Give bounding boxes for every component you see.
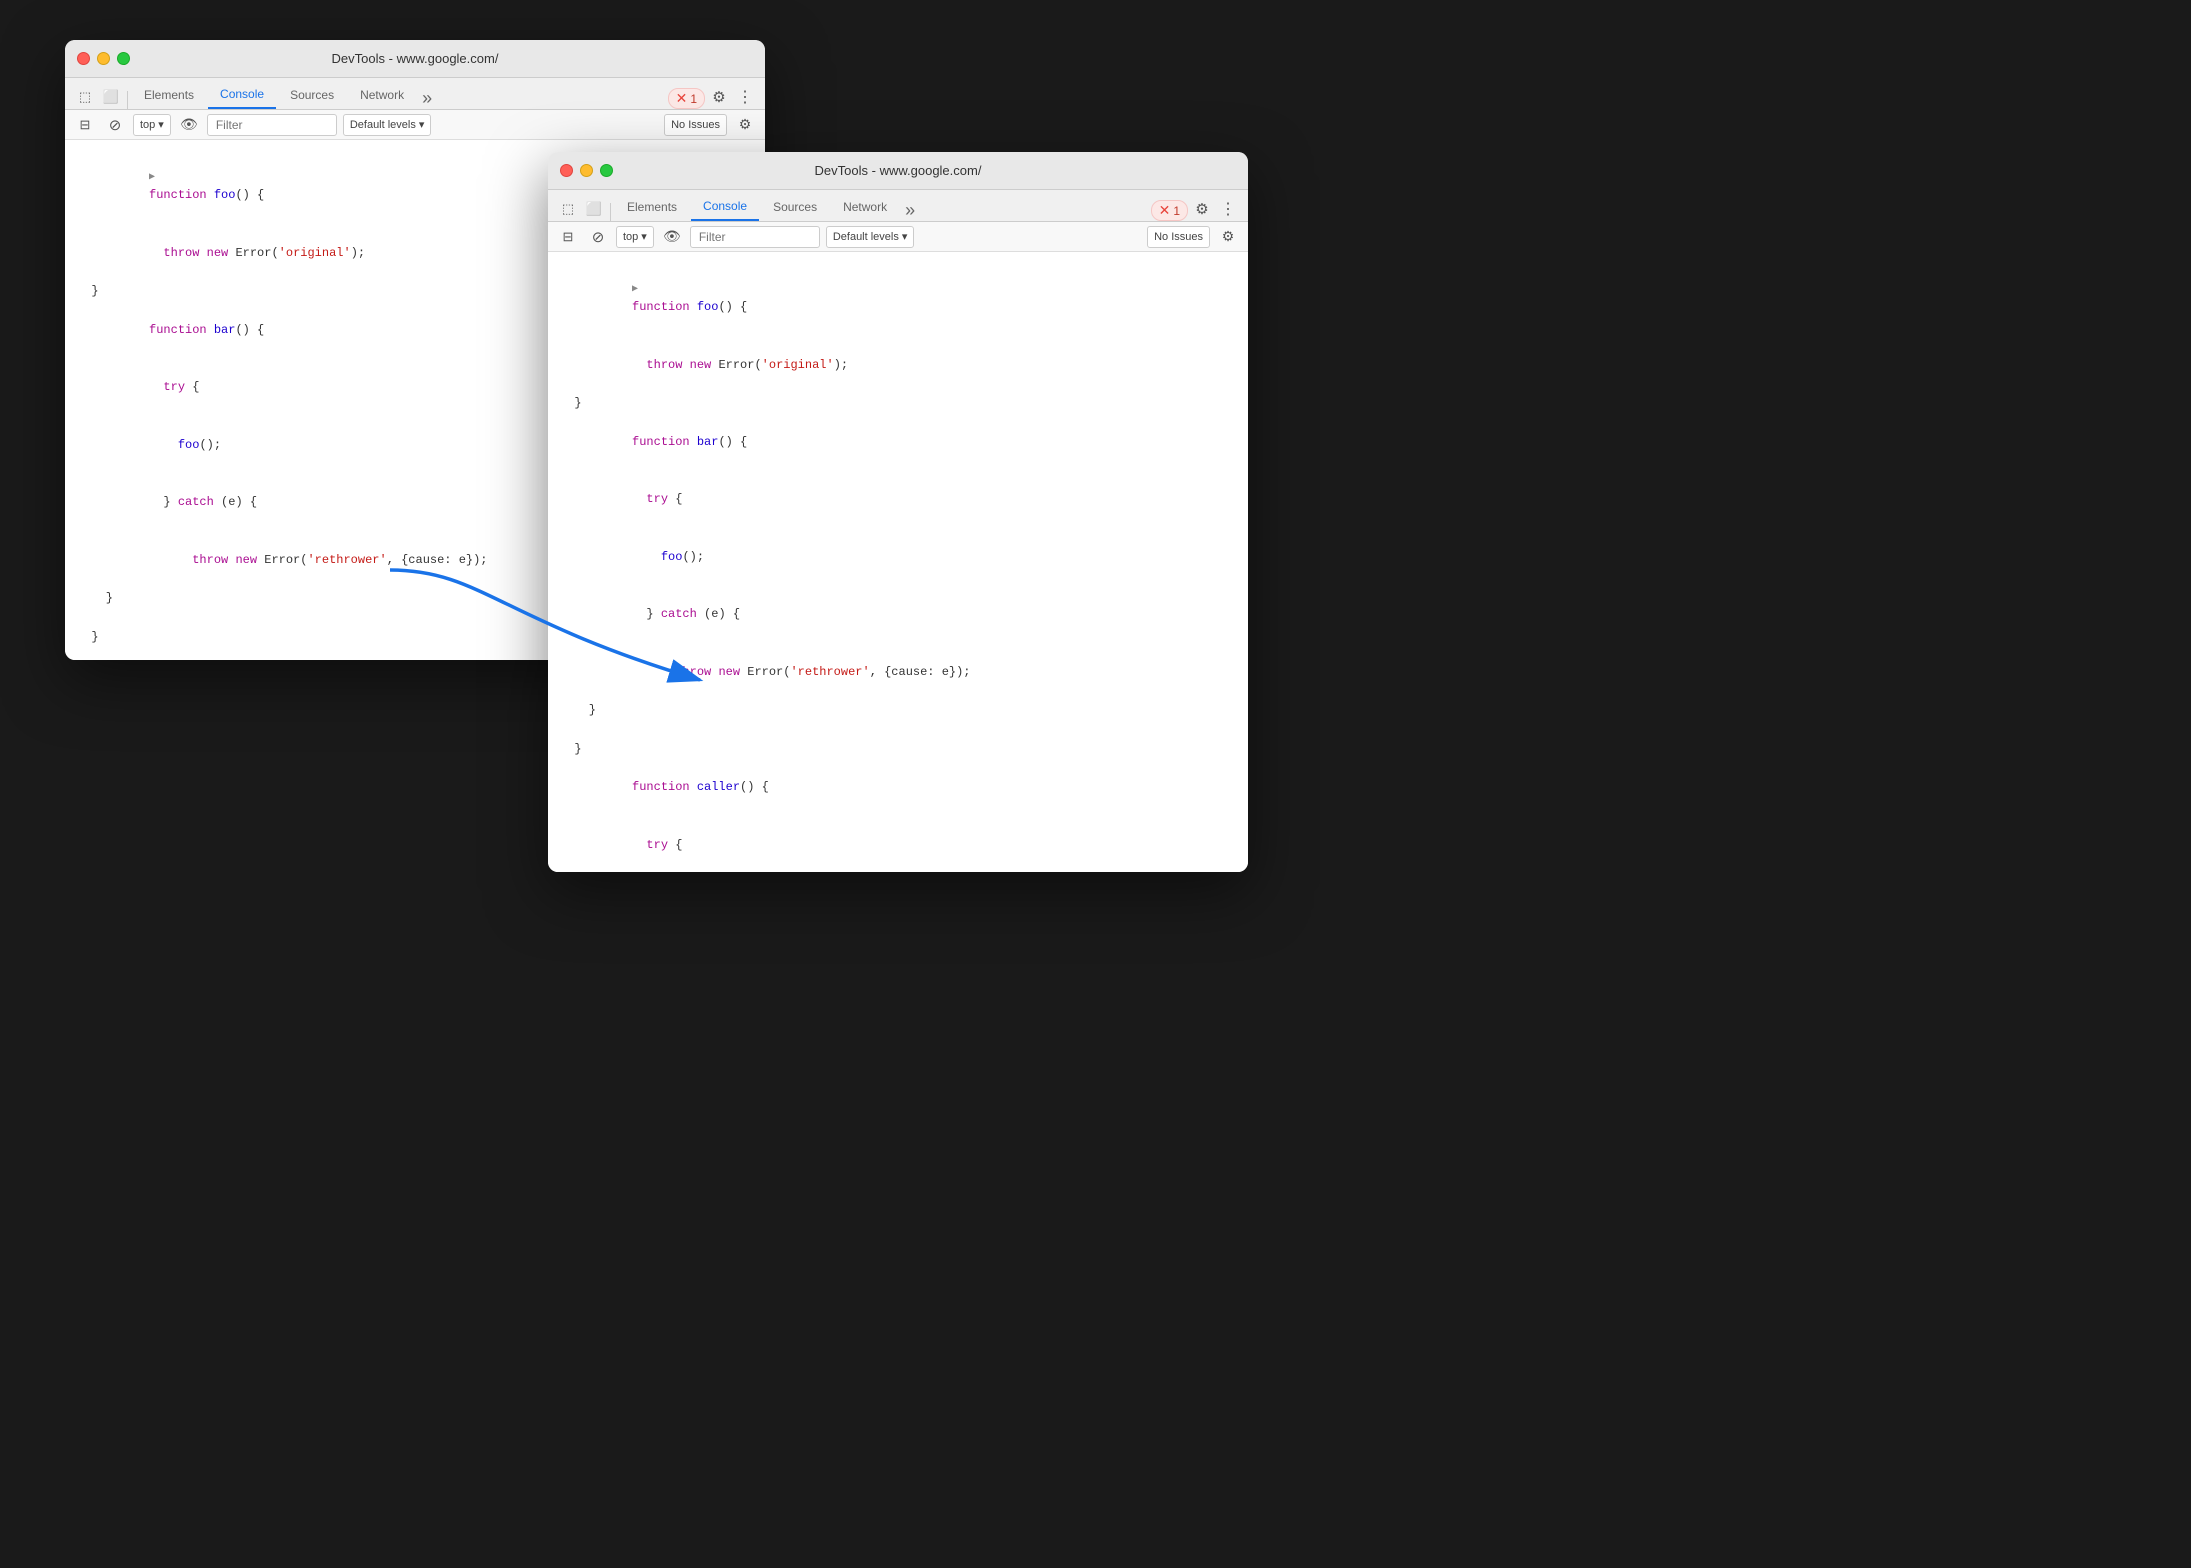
code-line-front-1: throw new Error('original'); [548,337,1248,395]
traffic-lights-back [77,52,130,65]
code-line-front-9 [548,721,1248,740]
more-options-back[interactable]: ⋮ [733,85,757,109]
settings-console-back[interactable]: ⚙ [733,113,757,137]
code-line-front-7: throw new Error('rethrower', {cause: e})… [548,644,1248,702]
tab-network-front[interactable]: Network [831,193,899,221]
code-line-front-6: } catch (e) { [548,586,1248,644]
error-badge-back: ✕ 1 [668,88,705,109]
code-line-front-10: } [548,740,1248,759]
inspect-icon-back[interactable]: ⬚ [73,85,97,109]
code-line-front-2: } [548,394,1248,413]
context-selector-back[interactable]: top ▾ [133,114,171,136]
code-line-front-4: try { [548,471,1248,529]
maximize-button-back[interactable] [117,52,130,65]
tab-console-back[interactable]: Console [208,81,276,109]
code-line-front-0: ▶ function foo() { [548,260,1248,337]
tab-console-front[interactable]: Console [691,193,759,221]
filter-input-back[interactable] [207,114,337,136]
console-content-front: ▶ function foo() { throw new Error('orig… [548,252,1248,872]
inspect-icon-front[interactable]: ⬚ [556,197,580,221]
close-button-back[interactable] [77,52,90,65]
clear-console-front[interactable]: ⊘ [586,225,610,249]
settings-icon-back[interactable]: ⚙ [707,85,731,109]
device-icon-front[interactable]: ⬜ [582,197,606,221]
code-line-front-5: foo(); [548,529,1248,587]
device-icon-back[interactable]: ⬜ [99,85,123,109]
minimize-button-front[interactable] [580,164,593,177]
title-bar-front: DevTools - www.google.com/ [548,152,1248,190]
console-toolbar-back: ⊟ ⊘ top ▾ 👁 Default levels ▾ No Issues ⚙ [65,110,765,140]
title-bar-back: DevTools - www.google.com/ [65,40,765,78]
close-button-front[interactable] [560,164,573,177]
settings-icon-front[interactable]: ⚙ [1190,197,1214,221]
context-selector-front[interactable]: top ▾ [616,226,654,248]
code-line-front-8: } [548,701,1248,720]
sidebar-toggle-front[interactable]: ⊟ [556,225,580,249]
more-tabs-back[interactable]: » [418,88,436,109]
code-line-front-12: try { [548,816,1248,872]
minimize-button-back[interactable] [97,52,110,65]
console-toolbar-front: ⊟ ⊘ top ▾ 👁 Default levels ▾ No Issues ⚙ [548,222,1248,252]
code-area-front: ▶ function foo() { throw new Error('orig… [548,252,1248,872]
tab-elements-back[interactable]: Elements [132,81,206,109]
log-level-front[interactable]: Default levels ▾ [826,226,915,248]
settings-console-front[interactable]: ⚙ [1216,225,1240,249]
maximize-button-front[interactable] [600,164,613,177]
devtools-body-front: ⬚ ⬜ Elements Console Sources Network » ✕… [548,190,1248,872]
no-issues-back[interactable]: No Issues [664,114,727,136]
traffic-lights-front [560,164,613,177]
more-options-front[interactable]: ⋮ [1216,197,1240,221]
filter-input-front[interactable] [690,226,820,248]
tab-network-back[interactable]: Network [348,81,416,109]
error-badge-front: ✕ 1 [1151,200,1188,221]
log-level-back[interactable]: Default levels ▾ [343,114,432,136]
window-title-back: DevTools - www.google.com/ [332,51,499,66]
tab-elements-front[interactable]: Elements [615,193,689,221]
devtools-window-front: DevTools - www.google.com/ ⬚ ⬜ Elements … [548,152,1248,872]
code-line-front-11: function caller() { [548,759,1248,817]
no-issues-front[interactable]: No Issues [1147,226,1210,248]
tab-bar-back: ⬚ ⬜ Elements Console Sources Network » ✕… [65,78,765,110]
window-title-front: DevTools - www.google.com/ [815,163,982,178]
code-line-front-3: function bar() { [548,414,1248,472]
tab-sources-back[interactable]: Sources [278,81,346,109]
tab-sources-front[interactable]: Sources [761,193,829,221]
eye-icon-back[interactable]: 👁 [177,113,201,137]
more-tabs-front[interactable]: » [901,200,919,221]
sidebar-toggle-back[interactable]: ⊟ [73,113,97,137]
clear-console-back[interactable]: ⊘ [103,113,127,137]
tab-bar-front: ⬚ ⬜ Elements Console Sources Network » ✕… [548,190,1248,222]
eye-icon-front[interactable]: 👁 [660,225,684,249]
